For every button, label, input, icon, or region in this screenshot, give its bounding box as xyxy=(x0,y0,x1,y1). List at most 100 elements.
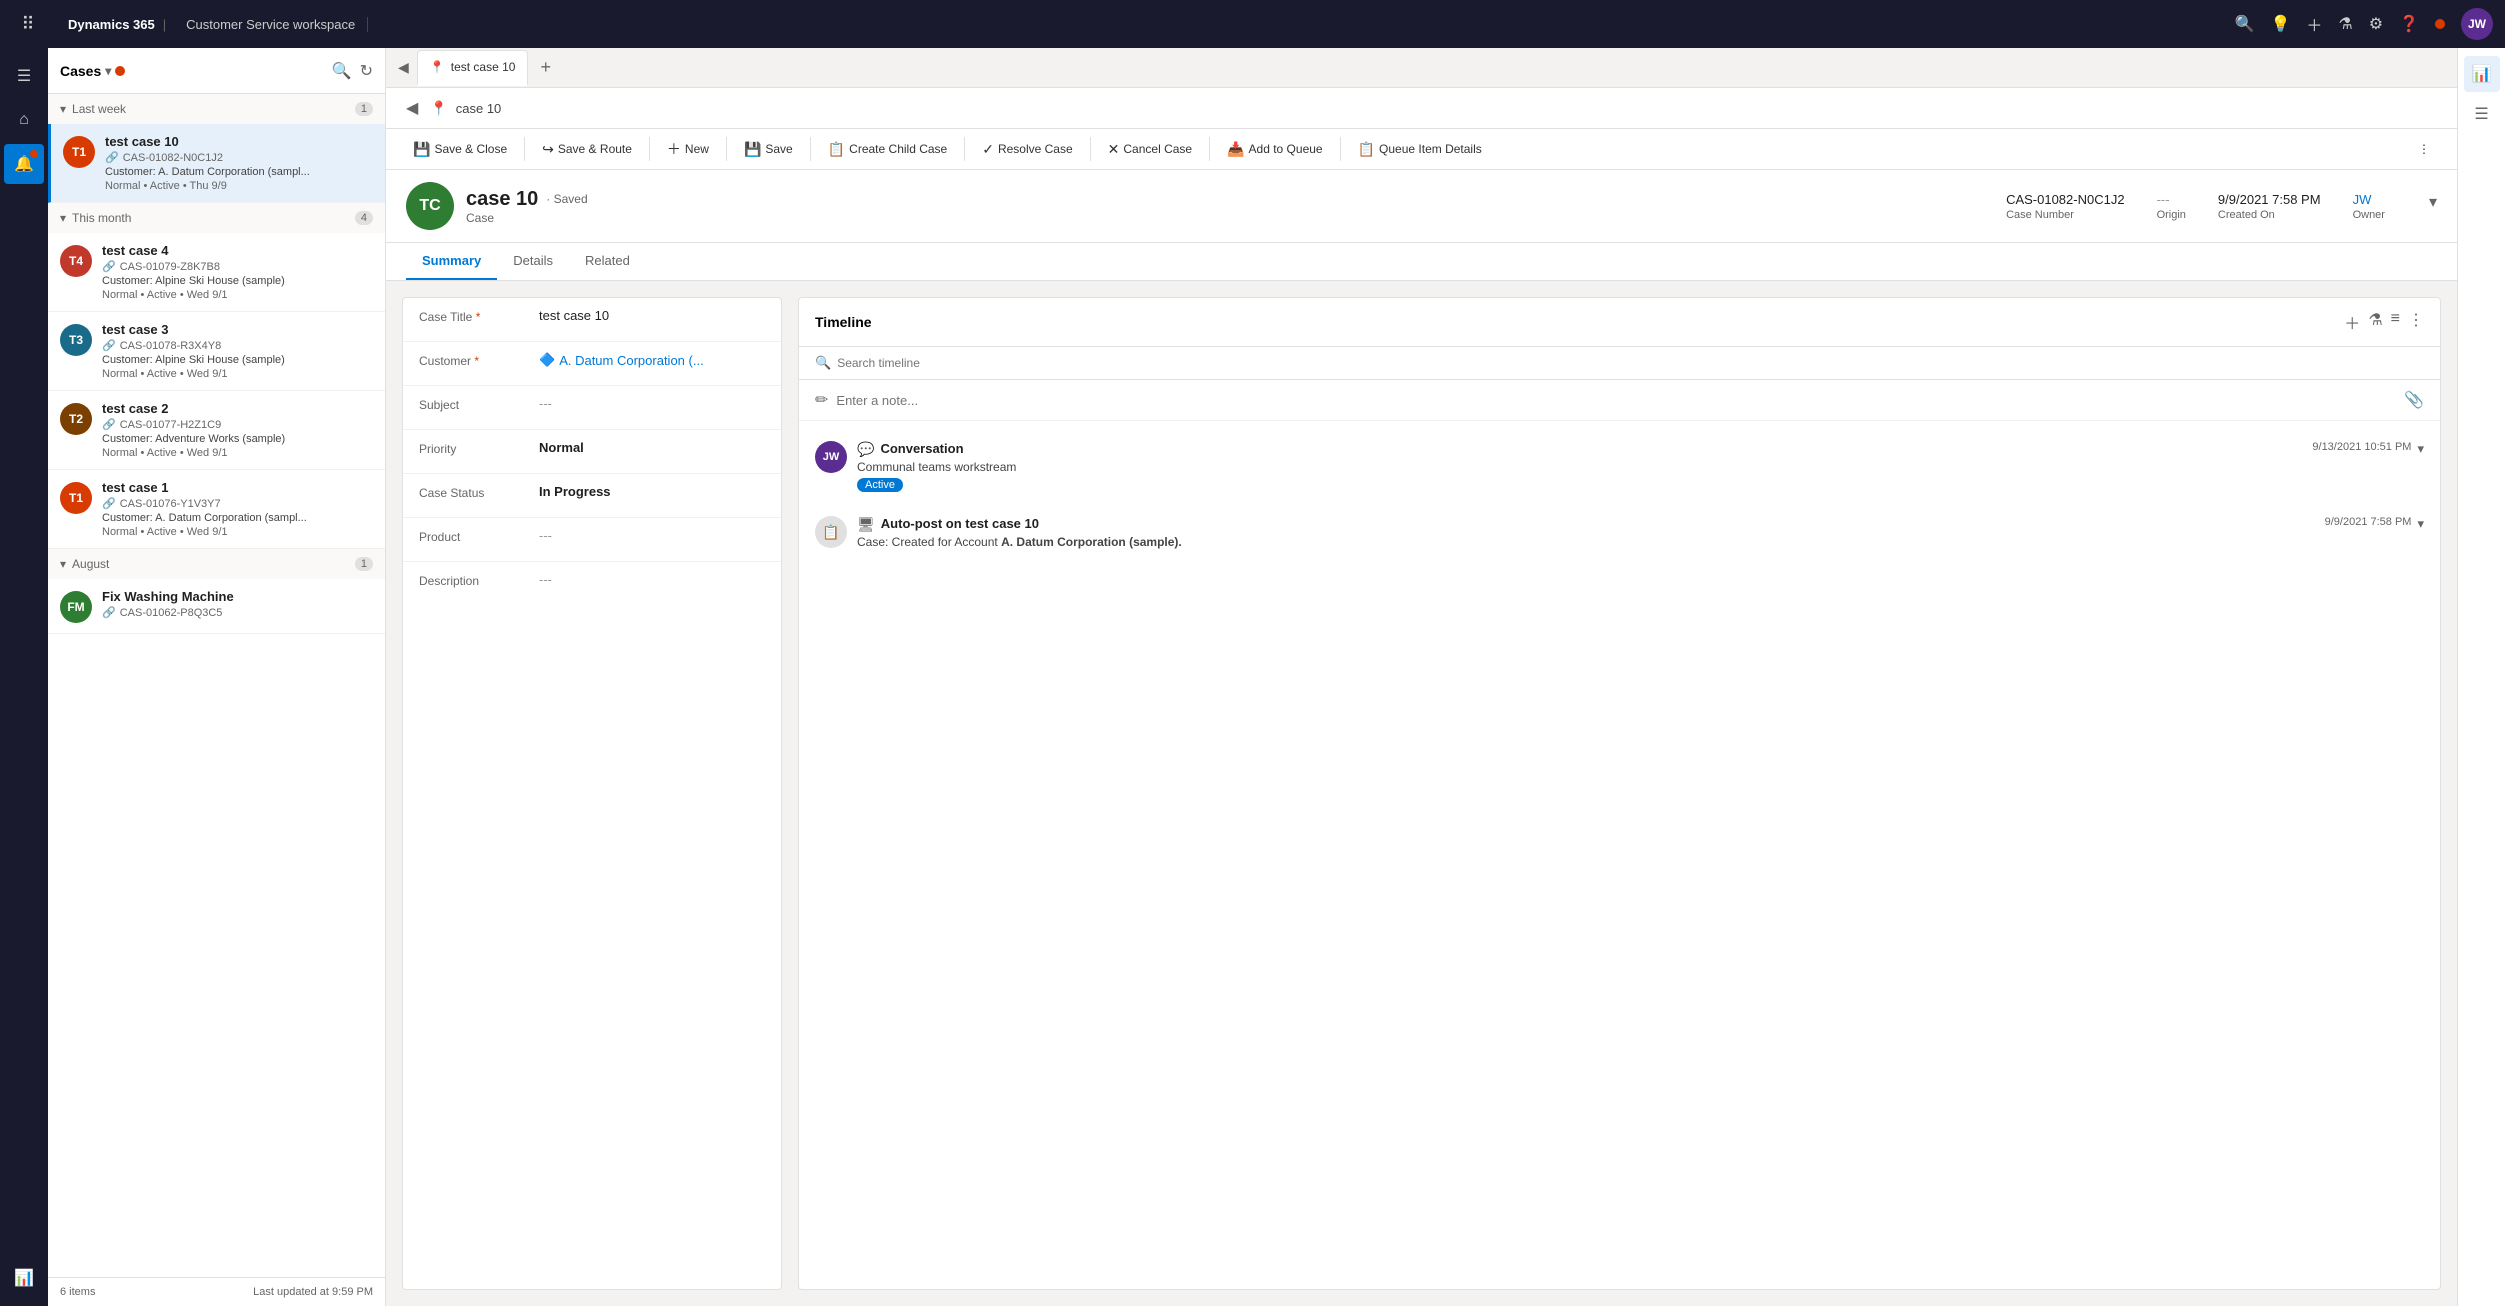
search-icon[interactable]: 🔍 xyxy=(2235,14,2255,34)
tab-bar: ◀ 📍 test case 10 + xyxy=(386,48,2457,88)
record-expand-button[interactable]: ▾ xyxy=(2429,192,2437,212)
timeline-list-icon[interactable]: ≡ xyxy=(2391,310,2400,334)
tab-related[interactable]: Related xyxy=(569,243,646,280)
form-row-casetitle: Case Title * test case 10 xyxy=(403,298,781,342)
cases-label[interactable]: Cases xyxy=(60,63,101,79)
form-value-product[interactable]: --- xyxy=(539,528,765,543)
case-avatar-t2: T2 xyxy=(60,403,92,435)
case-item-testcase2[interactable]: T2 test case 2 🔗CAS-01077-H2Z1C9 Custome… xyxy=(48,391,385,470)
create-child-button[interactable]: 📋 Create Child Case xyxy=(817,135,958,164)
timeline-more-icon[interactable]: ⋮ xyxy=(2408,310,2424,334)
resolve-label: Resolve Case xyxy=(998,142,1073,156)
expand-icon-conversation[interactable]: ▾ xyxy=(2417,441,2424,457)
queue-details-button[interactable]: 📋 Queue Item Details xyxy=(1347,135,1493,164)
brand: Dynamics 365 | Customer Service workspac… xyxy=(56,17,368,32)
case-item-testcase3[interactable]: T3 test case 3 🔗CAS-01078-R3X4Y8 Custome… xyxy=(48,312,385,391)
toolbar-more-button[interactable]: ⋮ xyxy=(2407,136,2441,162)
form-label-customer: Customer * xyxy=(419,352,539,368)
save-icon: 💾 xyxy=(744,141,761,158)
status-dot xyxy=(2435,19,2445,29)
save-route-button[interactable]: ↪ Save & Route xyxy=(531,135,643,164)
topbar: ⠿ Dynamics 365 | Customer Service worksp… xyxy=(0,0,2505,48)
timeline-item-header-autopost: 🖥 Auto-post on test case 10 xyxy=(857,516,1182,533)
form-row-description: Description --- xyxy=(403,562,781,662)
toolbar-sep7 xyxy=(1209,137,1210,161)
form-value-description[interactable]: --- xyxy=(539,572,765,587)
right-sidebar-productivity-icon[interactable]: 📊 xyxy=(2464,56,2500,92)
customer-icon: 🔷 xyxy=(539,352,555,368)
record-origin-label: Origin xyxy=(2157,209,2186,221)
form-value-casetitle[interactable]: test case 10 xyxy=(539,308,765,323)
form-row-product: Product --- xyxy=(403,518,781,562)
new-button[interactable]: ＋ New xyxy=(656,133,720,165)
case-title-bar: TC case 10 · Saved Case CAS-01082-N0C1J2… xyxy=(386,170,2457,243)
add-queue-icon: 📥 xyxy=(1227,141,1244,158)
sidebar-home-icon[interactable]: ⌂ xyxy=(4,100,44,140)
record-origin-value: --- xyxy=(2157,192,2186,207)
save-close-button[interactable]: 💾 Save & Close xyxy=(402,135,518,164)
record-owner-value[interactable]: JW xyxy=(2353,192,2385,207)
tab-summary[interactable]: Summary xyxy=(406,243,497,280)
plus-icon[interactable]: ＋ xyxy=(2306,12,2322,36)
required-star: * xyxy=(476,310,481,324)
app-grid-button[interactable]: ⠿ xyxy=(12,8,44,40)
timeline-filter-icon[interactable]: ⚗ xyxy=(2368,310,2382,334)
form-value-customer[interactable]: 🔷 A. Datum Corporation (... xyxy=(539,352,765,368)
timeline-item-autopost: 📋 🖥 Auto-post on test case 10 Case: Crea… xyxy=(799,504,2440,561)
form-value-priority[interactable]: Normal xyxy=(539,440,765,455)
help-icon[interactable]: ❓ xyxy=(2399,14,2419,34)
save-button[interactable]: 💾 Save xyxy=(733,135,804,164)
form-row-subject: Subject --- xyxy=(403,386,781,430)
attach-icon[interactable]: 📎 xyxy=(2404,390,2424,410)
sidebar-cases-icon[interactable]: 🔔 xyxy=(4,144,44,184)
form-value-subject[interactable]: --- xyxy=(539,396,765,411)
record-name: case 10 xyxy=(466,188,538,211)
timeline-note-row: ✏ 📎 xyxy=(799,380,2440,421)
case-info-fixwashing: Fix Washing Machine 🔗CAS-01062-P8Q3C5 xyxy=(102,589,373,621)
case-group-lastweek-header[interactable]: ▾ Last week 1 xyxy=(48,94,385,124)
dropdown-arrow[interactable]: ▾ xyxy=(105,64,111,78)
expand-icon-autopost[interactable]: ▾ xyxy=(2417,516,2424,532)
toolbar: 💾 Save & Close ↪ Save & Route ＋ New 💾 Sa… xyxy=(386,129,2457,170)
user-avatar[interactable]: JW xyxy=(2461,8,2493,40)
case-group-august-header[interactable]: ▾ August 1 xyxy=(48,549,385,579)
filter-icon[interactable]: ⚗ xyxy=(2338,14,2352,34)
case-refresh-button[interactable]: ↻ xyxy=(360,61,373,81)
back-nav-button[interactable]: ◀ xyxy=(402,94,422,122)
topbar-icons: 🔍 💡 ＋ ⚗ ⚙ ❓ JW xyxy=(2235,8,2493,40)
case-item-testcase10[interactable]: T1 test case 10 🔗CAS-01082-N0C1J2 Custom… xyxy=(48,124,385,203)
timeline-add-icon[interactable]: ＋ xyxy=(2344,310,2360,334)
case-item-testcase4[interactable]: T4 test case 4 🔗CAS-01079-Z8K7B8 Custome… xyxy=(48,233,385,312)
case-group-lastweek: ▾ Last week 1 T1 test case 10 🔗CAS-01082… xyxy=(48,94,385,203)
timeline-search-input[interactable] xyxy=(837,356,2424,370)
add-queue-button[interactable]: 📥 Add to Queue xyxy=(1216,135,1334,164)
right-sidebar-details-icon[interactable]: ☰ xyxy=(2464,96,2500,132)
case-search-button[interactable]: 🔍 xyxy=(332,61,352,81)
tab-back-button[interactable]: ◀ xyxy=(394,55,413,80)
case-group-thismonth-header[interactable]: ▾ This month 4 xyxy=(48,203,385,233)
case-item-testcase1[interactable]: T1 test case 1 🔗CAS-01076-Y1V3Y7 Custome… xyxy=(48,470,385,549)
autopost-icon: 🖥 xyxy=(857,516,875,533)
sidebar-menu-icon[interactable]: ☰ xyxy=(4,56,44,96)
settings-icon[interactable]: ⚙ xyxy=(2369,14,2383,34)
case-group-august: ▾ August 1 FM Fix Washing Machine 🔗CAS-0… xyxy=(48,549,385,634)
case-item-fixwashing[interactable]: FM Fix Washing Machine 🔗CAS-01062-P8Q3C5 xyxy=(48,579,385,634)
conversation-icon: 💬 xyxy=(857,441,874,458)
main-layout: ☰ ⌂ 🔔 📊 Cases ▾ 🔍 ↻ ▾ Last w xyxy=(0,48,2505,1306)
group-count-august: 1 xyxy=(355,557,373,571)
lightbulb-icon[interactable]: 💡 xyxy=(2270,14,2290,34)
toolbar-sep5 xyxy=(964,137,965,161)
form-label-priority: Priority xyxy=(419,440,539,456)
case-customer-testcase2: Customer: Adventure Works (sample) xyxy=(102,433,373,445)
tab-add-button[interactable]: + xyxy=(532,57,559,78)
record-owner-label: Owner xyxy=(2353,209,2385,221)
sidebar-activity-icon[interactable]: 📊 xyxy=(4,1258,44,1298)
resolve-button[interactable]: ✓ Resolve Case xyxy=(971,135,1083,164)
group-label-lastweek: Last week xyxy=(72,102,126,116)
case-name-testcase1: test case 1 xyxy=(102,480,373,495)
timeline-note-input[interactable] xyxy=(836,393,2396,408)
tab-testcase10[interactable]: 📍 test case 10 xyxy=(417,50,529,86)
form-value-casestatus[interactable]: In Progress xyxy=(539,484,765,499)
cancel-case-button[interactable]: ✕ Cancel Case xyxy=(1097,135,1203,164)
tab-details[interactable]: Details xyxy=(497,243,569,280)
